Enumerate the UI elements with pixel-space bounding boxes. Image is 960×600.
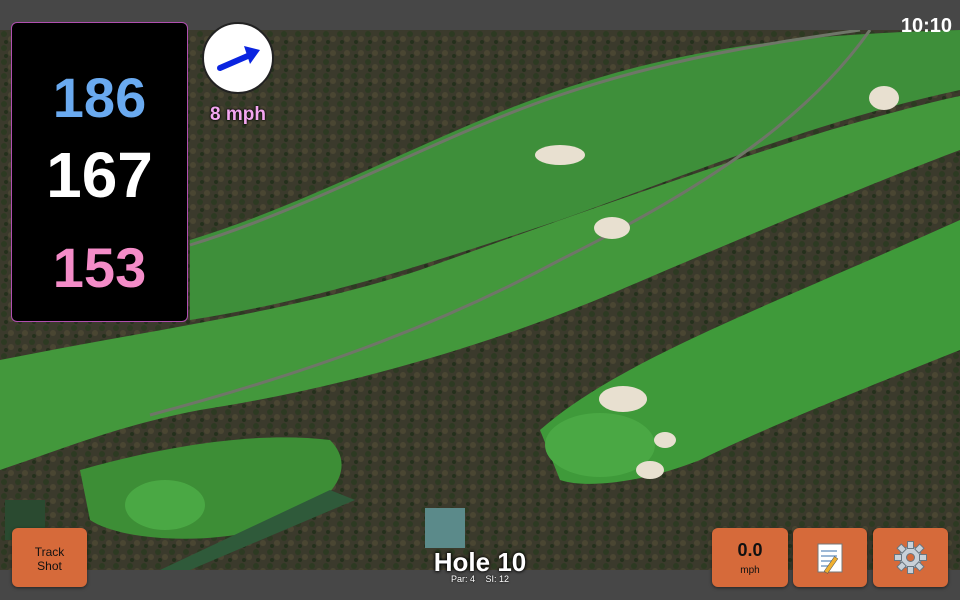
clock-display: 10:10 <box>900 15 952 37</box>
distance-panel: 186 167 153 <box>11 22 188 322</box>
gear-icon <box>894 541 927 574</box>
wind-arrow-icon <box>217 46 260 71</box>
front-distance: 153 <box>52 236 147 299</box>
hole-info: Hole 10 Par: 4 SI: 12 <box>380 548 580 584</box>
settings-button[interactable] <box>873 528 948 587</box>
wind-indicator <box>202 22 274 94</box>
si-label: SI: 12 <box>485 574 510 584</box>
notes-button[interactable] <box>793 528 867 587</box>
par-label: Par: 4 <box>450 574 475 584</box>
track-shot-button[interactable]: Track Shot <box>12 528 87 587</box>
speed-button[interactable]: 0.0 mph <box>712 528 788 587</box>
speed-value: 0.0 <box>737 540 763 560</box>
back-distance: 186 <box>52 66 147 129</box>
hole-details: Par: 4 SI: 12 <box>380 574 580 584</box>
hole-title: Hole 10 <box>433 547 527 577</box>
wind-speed-label: 8 mph <box>210 104 266 125</box>
track-shot-label: Track Shot <box>34 545 65 573</box>
notepad-icon <box>817 543 843 574</box>
speed-unit: mph <box>740 565 760 576</box>
middle-distance: 167 <box>46 139 153 211</box>
